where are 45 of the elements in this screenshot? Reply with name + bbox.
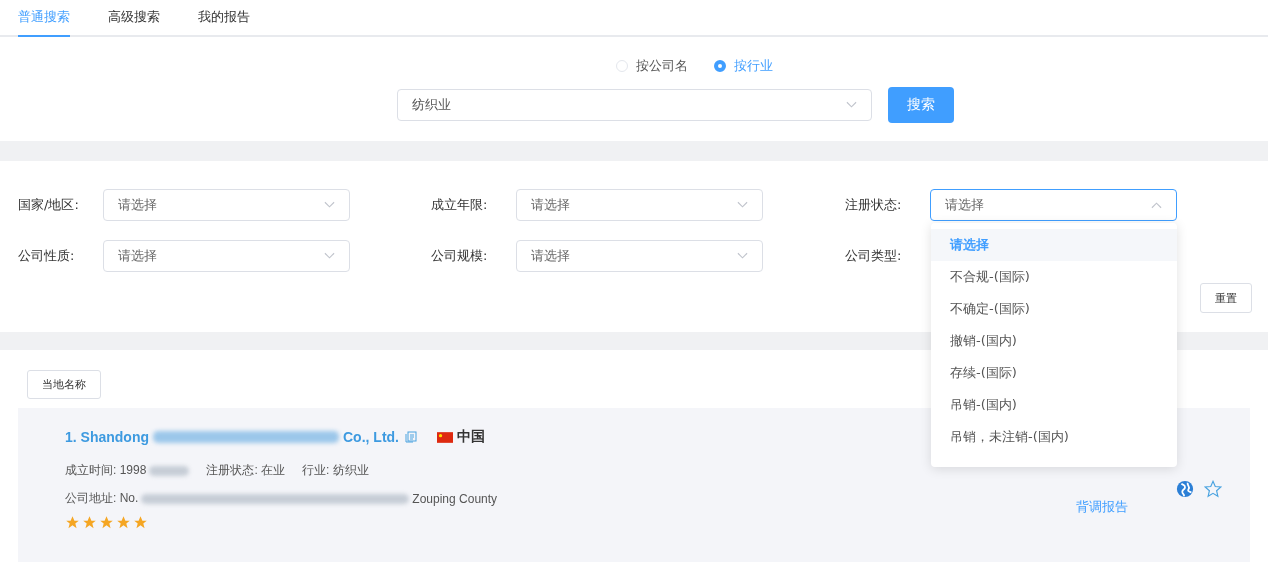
filter-select[interactable]: 请选择 xyxy=(103,240,350,272)
industry-select[interactable]: 纺织业 xyxy=(396,89,872,121)
star-icon xyxy=(82,515,97,530)
address-text: 公司地址: No. xyxy=(65,490,139,507)
reset-button[interactable]: 重置 xyxy=(1200,283,1252,313)
filter-label: 成立年限: xyxy=(431,196,489,214)
star-icon xyxy=(116,515,131,530)
tab[interactable]: 高级搜索 xyxy=(108,0,160,37)
star-icon xyxy=(99,515,114,530)
founded-date: 成立时间: 1998 xyxy=(65,462,147,479)
globe-icon[interactable] xyxy=(1176,480,1194,498)
filter-select[interactable]: 请选择 xyxy=(516,189,763,221)
filter-label: 公司规模: xyxy=(431,247,489,265)
chevron-down-icon xyxy=(845,101,857,109)
chevron-down-icon xyxy=(737,201,748,209)
filter-select[interactable]: 请选择 xyxy=(103,189,350,221)
registration-status: 注册状态: 在业 xyxy=(206,462,286,479)
filter-label: 国家/地区: xyxy=(18,196,80,214)
dropdown-option[interactable]: 撤销-(国内) xyxy=(931,325,1177,357)
star-icon xyxy=(65,515,80,530)
dropdown-option[interactable]: 不确定-(国际) xyxy=(931,293,1177,325)
filter-label: 公司性质: xyxy=(18,247,76,265)
copy-icon[interactable] xyxy=(405,431,417,443)
filter-select[interactable]: 请选择 xyxy=(930,189,1177,221)
dropdown-option[interactable]: 不合规-(国际) xyxy=(931,261,1177,293)
tab[interactable]: 我的报告 xyxy=(198,0,250,37)
dropdown-option[interactable]: 存续-(国际) xyxy=(931,357,1177,389)
dropdown-option[interactable]: 吊销-(国内) xyxy=(931,389,1177,421)
flag-icon xyxy=(437,431,453,443)
star-outline-icon[interactable] xyxy=(1204,480,1222,498)
blurred-text xyxy=(149,465,190,476)
filter-label: 公司类型: xyxy=(845,247,903,265)
filter-label: 注册状态: xyxy=(845,196,903,214)
radio-option[interactable]: 按公司名 xyxy=(615,57,688,75)
star-icon xyxy=(133,515,148,530)
chevron-up-icon xyxy=(1151,201,1162,209)
country-name: 中国 xyxy=(457,428,485,446)
dropdown-option[interactable]: 吊销，未注销-(国内) xyxy=(931,421,1177,453)
industry-text: 行业: 纺织业 xyxy=(302,462,369,479)
chevron-down-icon xyxy=(324,201,335,209)
filter-select[interactable]: 请选择 xyxy=(516,240,763,272)
sort-button[interactable]: 当地名称 xyxy=(27,370,101,399)
chevron-down-icon xyxy=(324,252,335,260)
chevron-down-icon xyxy=(737,252,748,260)
address-text: Zouping County xyxy=(412,491,498,506)
